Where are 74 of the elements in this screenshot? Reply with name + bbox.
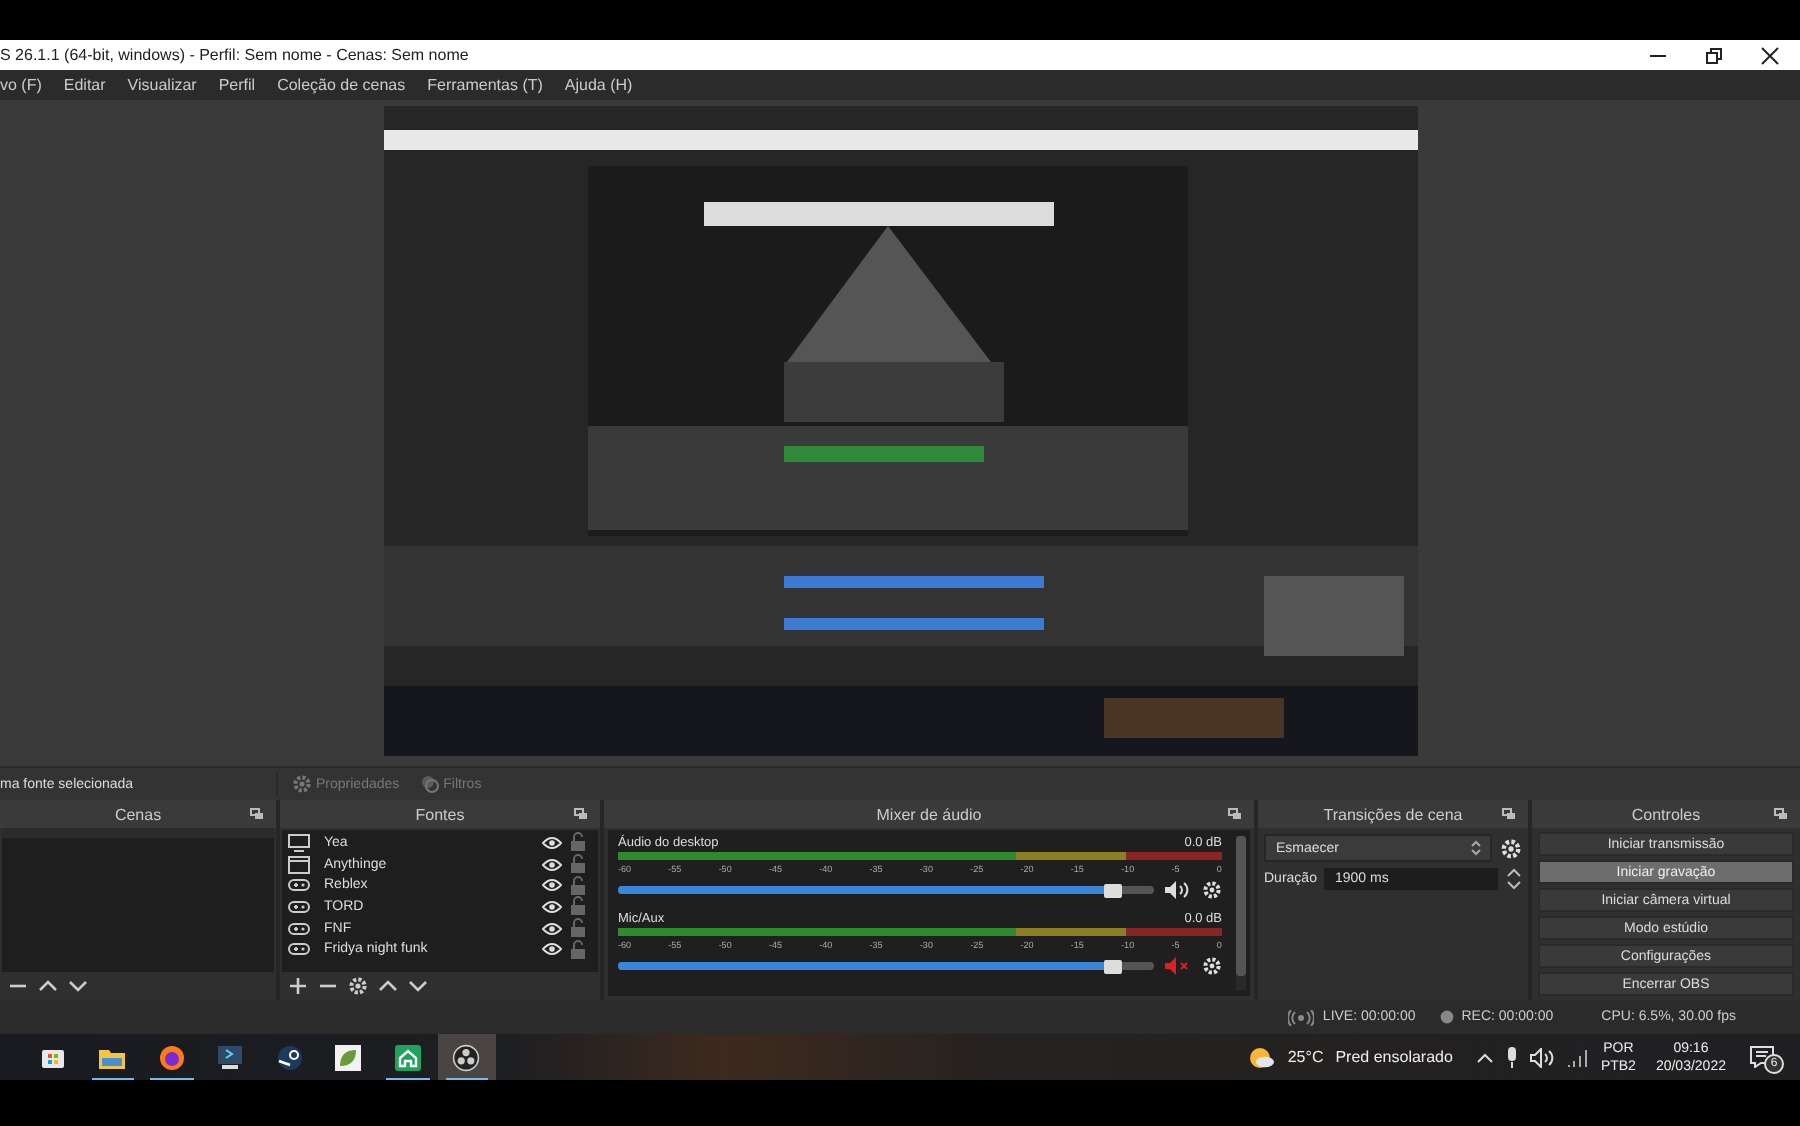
obs-icon [452, 1043, 481, 1071]
leaf-icon [334, 1043, 363, 1071]
undock-icon[interactable] [1228, 808, 1242, 820]
speaker-icon[interactable] [1164, 880, 1192, 900]
panel-title: Cenas [114, 805, 162, 823]
unlocked-icon[interactable] [570, 939, 586, 960]
settings-icon[interactable] [348, 976, 368, 996]
panel-title: Transições de cena [1323, 805, 1463, 823]
menu-item[interactable]: Coleção de cenas [277, 76, 406, 94]
up-icon[interactable] [378, 976, 398, 996]
menu-item[interactable]: Visualizar [127, 76, 197, 94]
gamepad-icon [288, 897, 310, 916]
undock-icon[interactable] [574, 808, 588, 820]
browser-icon [157, 1043, 186, 1071]
gear-icon [292, 774, 312, 794]
shopping-bag-icon [40, 1044, 67, 1070]
close-icon[interactable] [1760, 45, 1780, 65]
restore-icon[interactable] [1704, 45, 1724, 65]
temperature[interactable]: 25°C [1287, 1048, 1324, 1066]
settings-icon[interactable] [1202, 956, 1222, 976]
scrollbar-thumb[interactable] [1236, 836, 1246, 976]
menu-item[interactable]: Editar [63, 76, 106, 94]
eye-icon[interactable] [542, 878, 562, 893]
window-icon [288, 855, 310, 874]
record-dot-icon [1439, 1010, 1454, 1024]
window-title: S 26.1.1 (64-bit, windows) - Perfil: Sem nome - Cenas: Sem nome [0, 46, 469, 64]
unlocked-icon[interactable] [570, 875, 586, 896]
taskbar-app-button[interactable] [437, 1034, 496, 1080]
spinner-arrows-icon[interactable] [1506, 868, 1522, 890]
eye-icon[interactable] [542, 835, 562, 850]
gamepad-icon [288, 940, 310, 959]
folder-icon [98, 1045, 127, 1069]
eye-icon[interactable] [542, 899, 562, 914]
filter-icon [419, 774, 440, 794]
menu-item[interactable]: vo (F) [0, 76, 42, 94]
volume-slider[interactable] [618, 962, 1154, 970]
wifi-icon[interactable] [1566, 1047, 1589, 1067]
terminal-icon [216, 1044, 245, 1070]
unlocked-icon[interactable] [570, 832, 586, 853]
house-icon [393, 1043, 422, 1071]
down-icon[interactable] [68, 976, 88, 996]
menu-item[interactable]: Ajuda (H) [564, 76, 633, 94]
microphone-icon[interactable] [1506, 1046, 1519, 1068]
chevron-up-icon[interactable] [1476, 1051, 1495, 1063]
broadcast-icon [1288, 1009, 1315, 1025]
undock-icon[interactable] [250, 808, 264, 820]
panel-title: Controles [1631, 805, 1701, 823]
panel-title: Mixer de áudio [876, 805, 982, 823]
gamepad-icon [288, 919, 310, 938]
dropdown-arrows-icon [1470, 840, 1482, 856]
undock-icon[interactable] [1502, 808, 1516, 820]
settings-icon[interactable] [1202, 880, 1222, 900]
add-icon[interactable] [288, 976, 308, 996]
gamepad-icon [288, 876, 310, 895]
eye-icon[interactable] [542, 921, 562, 936]
volume-slider[interactable] [618, 886, 1154, 894]
unlocked-icon[interactable] [570, 918, 586, 939]
down-icon[interactable] [408, 976, 428, 996]
undock-icon[interactable] [1774, 808, 1788, 820]
sun-cloud-icon [1247, 1045, 1276, 1069]
steam-icon [275, 1043, 304, 1071]
panel-title: Fontes [415, 805, 465, 823]
eye-icon[interactable] [542, 857, 562, 872]
settings-icon[interactable] [1500, 837, 1522, 859]
muted-speaker-icon[interactable] [1164, 956, 1192, 976]
unlocked-icon[interactable] [570, 896, 586, 917]
menu-item[interactable]: Perfil [218, 76, 256, 94]
menu-item[interactable]: Ferramentas (T) [427, 76, 543, 94]
up-icon[interactable] [38, 976, 58, 996]
unlocked-icon[interactable] [570, 854, 586, 875]
monitor-icon [288, 833, 310, 852]
weather-text[interactable]: Pred ensolarado [1335, 1048, 1453, 1066]
eye-icon[interactable] [542, 942, 562, 957]
speaker-icon[interactable] [1530, 1047, 1555, 1067]
